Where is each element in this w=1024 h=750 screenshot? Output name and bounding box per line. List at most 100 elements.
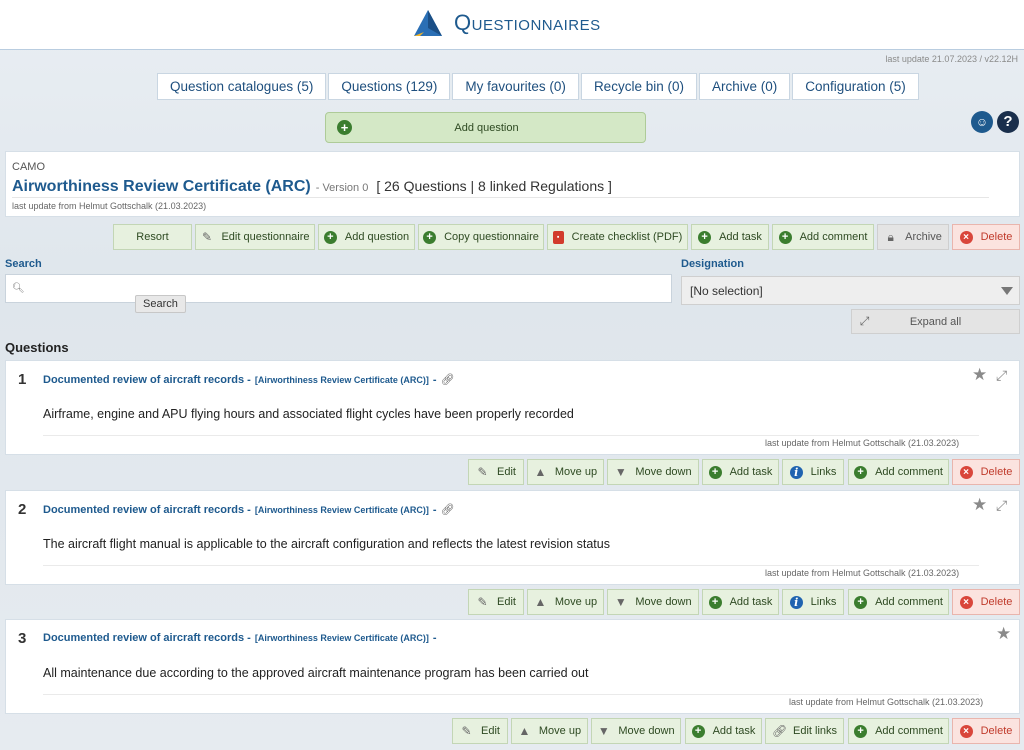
question-card: 3 Documented review of aircraft records … bbox=[5, 619, 1020, 714]
search-label: Search bbox=[5, 258, 42, 270]
move-down-button[interactable]: ▼ Move down bbox=[607, 459, 699, 485]
move-down-button[interactable]: ▼ Move down bbox=[591, 718, 681, 744]
add-task-button[interactable]: + Add task bbox=[685, 718, 762, 744]
info-icon: i bbox=[789, 595, 803, 609]
close-icon: × bbox=[959, 230, 973, 244]
add-task-label: Add task bbox=[719, 231, 762, 243]
resort-button[interactable]: Resort bbox=[113, 224, 192, 250]
tab-questions[interactable]: Questions (129) bbox=[328, 73, 451, 100]
questionnaire-title-row: Airworthiness Review Certificate (ARC) -… bbox=[12, 178, 612, 196]
help-icons: ☺ ? bbox=[971, 111, 1019, 133]
expand-icon[interactable]: ⤢ bbox=[996, 367, 1007, 384]
support-icon[interactable]: ☺ bbox=[971, 111, 993, 133]
divider bbox=[12, 197, 989, 198]
add-task-label: Add task bbox=[729, 596, 773, 608]
question-reference: [Airworthiness Review Certificate (ARC)] bbox=[254, 374, 429, 385]
edit-label: Edit bbox=[497, 596, 516, 608]
create-checklist-label: Create checklist (PDF) bbox=[571, 231, 683, 243]
add-question-toolbar-label: Add question bbox=[344, 231, 410, 243]
move-up-button[interactable]: ▲ Move up bbox=[527, 589, 604, 615]
move-up-label: Move up bbox=[554, 466, 598, 478]
questionnaire-stats: [ 26 Questions | 8 linked Regulations ] bbox=[376, 178, 612, 194]
move-down-label: Move down bbox=[618, 725, 675, 737]
add-comment-button[interactable]: + Add comment bbox=[848, 459, 949, 485]
expand-all-button[interactable]: ⤢ Expand all bbox=[851, 309, 1020, 334]
create-checklist-button[interactable]: ▪ Create checklist (PDF) bbox=[547, 224, 688, 250]
search-input[interactable] bbox=[28, 278, 658, 300]
tab-recycle-bin[interactable]: Recycle bin (0) bbox=[580, 73, 697, 100]
add-task-label: Add task bbox=[729, 466, 773, 478]
move-down-label: Move down bbox=[635, 466, 692, 478]
designation-select[interactable]: [No selection] bbox=[681, 276, 1020, 305]
plus-icon: + bbox=[778, 230, 792, 244]
divider bbox=[43, 694, 979, 695]
star-icon[interactable]: ★ bbox=[972, 365, 987, 385]
add-comment-button[interactable]: + Add comment bbox=[772, 224, 874, 250]
arrow-up-icon: ▲ bbox=[534, 464, 547, 479]
add-task-button[interactable]: + Add task bbox=[702, 589, 779, 615]
question-text: The aircraft flight manual is applicable… bbox=[43, 537, 610, 551]
star-icon[interactable]: ★ bbox=[996, 624, 1011, 644]
plus-icon: + bbox=[323, 230, 337, 244]
add-question-main-button[interactable]: + Add question bbox=[325, 112, 646, 143]
expand-icon: ⤢ bbox=[859, 314, 870, 328]
questionnaire-section: CAMO bbox=[12, 161, 45, 173]
add-question-button[interactable]: + Add question bbox=[318, 224, 415, 250]
tab-my-favourites[interactable]: My favourites (0) bbox=[452, 73, 579, 100]
archive-button[interactable]: 🔒︎ Archive bbox=[877, 224, 949, 250]
help-icon[interactable]: ? bbox=[997, 111, 1019, 133]
delete-question-button[interactable]: × Delete bbox=[952, 459, 1020, 485]
tab-archive[interactable]: Archive (0) bbox=[698, 73, 791, 100]
question-number: 3 bbox=[18, 630, 27, 647]
move-up-button[interactable]: ▲ Move up bbox=[527, 459, 604, 485]
copy-questionnaire-button[interactable]: + Copy questionnaire bbox=[418, 224, 544, 250]
add-comment-button[interactable]: + Add comment bbox=[848, 589, 949, 615]
edit-question-button[interactable]: ✎ Edit bbox=[468, 459, 524, 485]
star-icon[interactable]: ★ bbox=[972, 495, 987, 515]
divider bbox=[43, 565, 979, 566]
links-button[interactable]: i Links bbox=[782, 459, 844, 485]
edit-question-button[interactable]: ✎ Edit bbox=[452, 718, 508, 744]
move-up-label: Move up bbox=[554, 596, 598, 608]
plus-icon: + bbox=[854, 465, 868, 479]
tab-configuration[interactable]: Configuration (5) bbox=[792, 73, 919, 100]
question-updated: last update from Helmut Gottschalk (21.0… bbox=[765, 568, 960, 578]
lock-icon: 🔒︎ bbox=[887, 229, 894, 244]
plus-icon: + bbox=[691, 724, 705, 738]
delete-question-button[interactable]: × Delete bbox=[952, 718, 1020, 744]
app-title: Questionnaires bbox=[454, 10, 601, 35]
arrow-down-icon: ▼ bbox=[614, 464, 627, 479]
questionnaire-version: - Version 0 bbox=[315, 182, 369, 194]
link-icon[interactable]: 🔗︎ bbox=[441, 503, 455, 516]
move-up-button[interactable]: ▲ Move up bbox=[511, 718, 588, 744]
delete-questionnaire-button[interactable]: × Delete bbox=[952, 224, 1020, 250]
edit-question-button[interactable]: ✎ Edit bbox=[468, 589, 524, 615]
question-text: Airframe, engine and APU flying hours an… bbox=[43, 407, 574, 421]
pdf-icon: ▪ bbox=[552, 230, 564, 244]
delete-question-button[interactable]: × Delete bbox=[952, 589, 1020, 615]
divider bbox=[43, 435, 979, 436]
plus-icon: + bbox=[854, 595, 868, 609]
edit-links-button[interactable]: 🔗︎ Edit links bbox=[765, 718, 844, 744]
plus-icon: + bbox=[423, 230, 437, 244]
add-task-button[interactable]: + Add task bbox=[702, 459, 779, 485]
edit-questionnaire-button[interactable]: ✎ Edit questionnaire bbox=[195, 224, 315, 250]
add-task-button[interactable]: + Add task bbox=[691, 224, 769, 250]
expand-icon[interactable]: ⤢ bbox=[996, 497, 1007, 514]
links-label: Links bbox=[810, 466, 837, 478]
question-category: Documented review of aircraft records - bbox=[43, 373, 251, 386]
delete-label: Delete bbox=[980, 596, 1013, 608]
pencil-icon: ✎ bbox=[461, 723, 472, 738]
move-down-button[interactable]: ▼ Move down bbox=[607, 589, 699, 615]
add-question-label: Add question bbox=[454, 121, 519, 134]
copy-questionnaire-label: Copy questionnaire bbox=[444, 231, 539, 243]
links-button[interactable]: i Links bbox=[782, 589, 844, 615]
question-category: Documented review of aircraft records - bbox=[43, 632, 251, 644]
questionnaire-title: Airworthiness Review Certificate (ARC) bbox=[12, 178, 311, 195]
question-heading: Documented review of aircraft records - … bbox=[43, 503, 455, 517]
link-icon[interactable]: 🔗︎ bbox=[441, 373, 455, 386]
add-comment-button[interactable]: + Add comment bbox=[848, 718, 949, 744]
question-text: All maintenance due according to the app… bbox=[43, 666, 589, 680]
tab-question-catalogues[interactable]: Question catalogues (5) bbox=[157, 73, 327, 100]
edit-label: Edit bbox=[481, 725, 500, 737]
